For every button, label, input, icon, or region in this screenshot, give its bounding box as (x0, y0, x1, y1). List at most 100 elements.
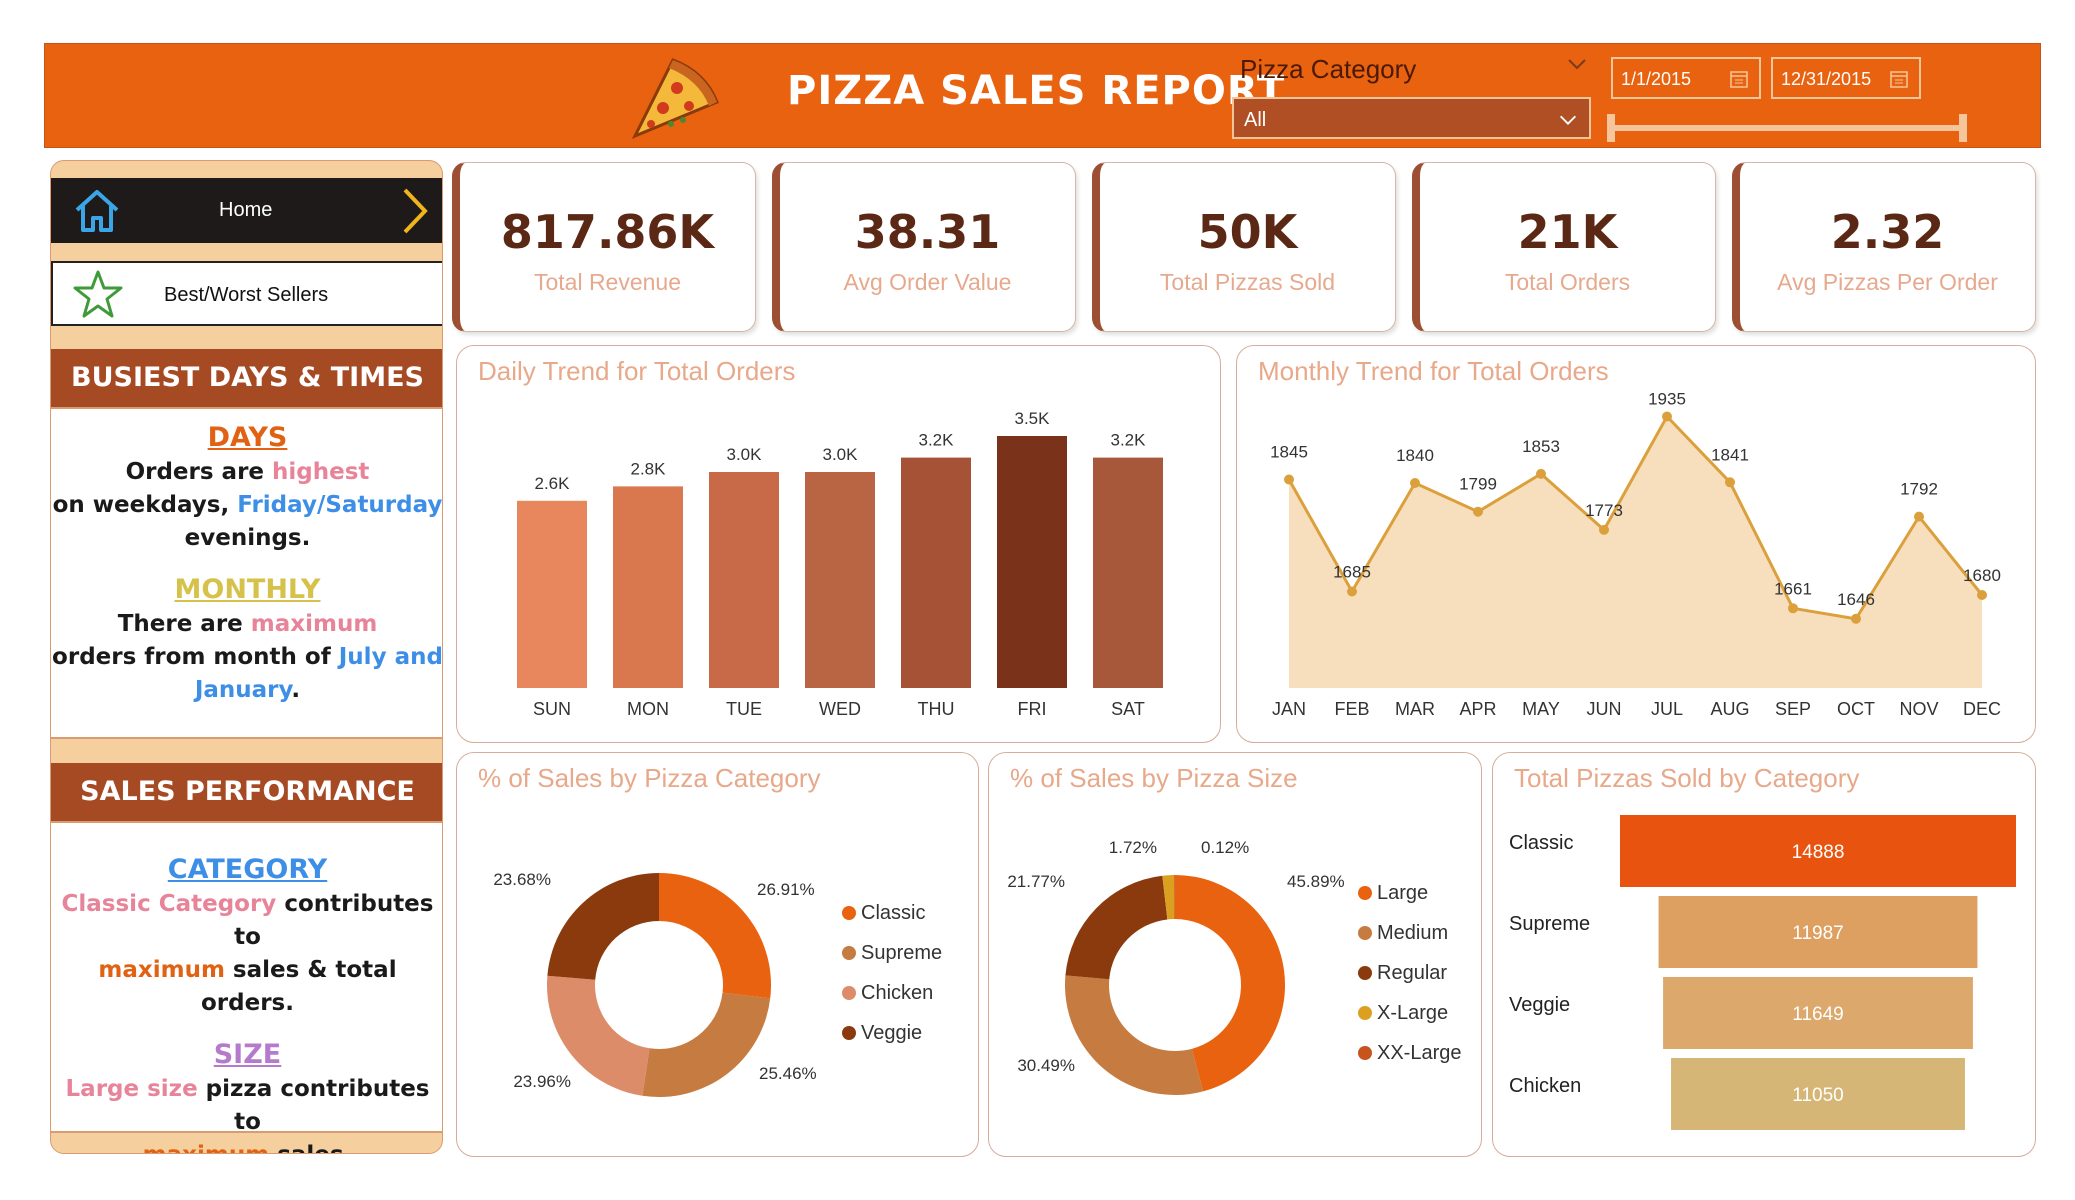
slice (1065, 875, 1168, 980)
category-label: Chicken (1509, 1075, 1581, 1097)
kpi-total-revenue: 817.86K Total Revenue (452, 162, 756, 332)
x-tick-label: FRI (1018, 699, 1047, 719)
x-tick-label: DEC (1963, 699, 2001, 719)
sidebar: Home Best/Worst Sellers BUSIEST DAYS & T… (50, 160, 443, 1154)
slice (659, 873, 771, 999)
legend-label: Chicken (861, 982, 933, 1004)
data-label: 3.2K (1111, 431, 1147, 450)
data-label: 3.0K (727, 445, 763, 464)
data-label: 1646 (1837, 590, 1875, 609)
category-filter-label: Pizza Category (1240, 54, 1417, 84)
data-point (1851, 613, 1861, 624)
nav-best-worst-label: Best/Worst Sellers (164, 284, 329, 306)
pizza-slice-icon (631, 58, 719, 139)
size-donut-chart: 45.89% 30.49% 21.77% 1.72% 0.12% Large Medium R… (1007, 838, 1462, 1095)
busiest-days-heading: BUSIEST DAYS & TIMES (51, 349, 442, 407)
kpi-avg-order-value: 38.31 Avg Order Value (772, 162, 1076, 332)
legend-marker (1358, 1006, 1372, 1020)
kpi-avg-pizzas-per-order: 2.32 Avg Pizzas Per Order (1732, 162, 2036, 332)
data-point (1347, 586, 1357, 597)
pizzas-by-category-chart: 14888 Classic 11987 Supreme 11649 Veggie 11050… (1509, 815, 2016, 1130)
end-date-input[interactable]: 12/31/2015 (1771, 57, 1921, 99)
sales-performance-body: CATEGORY Classic Category contributes to… (51, 821, 442, 1153)
x-tick-label: MAR (1395, 699, 1435, 719)
data-point (1599, 524, 1609, 535)
x-tick-label: SEP (1775, 699, 1811, 719)
data-label: 11987 (1792, 923, 1843, 944)
date-range-slider[interactable] (1611, 125, 1963, 131)
data-point (1473, 506, 1483, 517)
slider-end-handle[interactable] (1959, 114, 1967, 142)
data-label: 1799 (1459, 475, 1497, 494)
monthly-trend-panel: Monthly Trend for Total Orders 1845 JAN 16… (1236, 345, 2036, 743)
chevron-down-icon[interactable] (1565, 52, 1589, 76)
bar (613, 486, 683, 688)
size-text: Large size pizza contributes to maximum … (65, 1076, 430, 1153)
category-donut-panel: % of Sales by Pizza Category 26.91% 25.46… (456, 752, 979, 1157)
monthly-trend-chart: 1845 JAN 1685 FEB 1840 MAR 1799 APR 1853 MAY 1773 J… (1270, 390, 2001, 720)
x-tick-label: JUN (1587, 699, 1622, 719)
slice-label: 23.68% (493, 870, 551, 889)
data-label: 3.5K (1015, 409, 1051, 428)
legend-label: XX-Large (1377, 1042, 1462, 1064)
x-tick-label: NOV (1899, 699, 1938, 719)
legend-label: Supreme (861, 942, 942, 964)
chevron-down-icon (1560, 115, 1576, 125)
data-point (1725, 477, 1735, 488)
legend-marker (1358, 966, 1372, 980)
data-label: 1773 (1585, 501, 1623, 520)
slice-label: 23.96% (513, 1072, 571, 1091)
bar (709, 472, 779, 688)
kpi-value: 50K (1197, 205, 1298, 259)
nav-home-button[interactable]: Home (51, 178, 442, 243)
kpi-value: 21K (1517, 205, 1618, 259)
home-icon (75, 190, 119, 232)
size-donut-panel: % of Sales by Pizza Size 45.89% 30.49% 21.… (988, 752, 1482, 1157)
category-label: Classic (1509, 832, 1573, 854)
kpi-value: 38.31 (854, 205, 1001, 259)
data-label: 1840 (1396, 446, 1434, 465)
data-label: 1661 (1774, 579, 1812, 598)
legend-marker (842, 1026, 856, 1040)
legend-label: Medium (1377, 922, 1448, 944)
x-tick-label: APR (1459, 699, 1496, 719)
slice-label: 0.12% (1201, 838, 1249, 857)
x-tick-label: SUN (533, 699, 571, 719)
category-filter-value: All (1244, 109, 1267, 131)
category-label: Veggie (1509, 994, 1570, 1016)
nav-home-label: Home (219, 199, 273, 221)
x-tick-label: AUG (1710, 699, 1749, 719)
category-subheading: CATEGORY (167, 854, 328, 885)
slice-label: 21.77% (1007, 872, 1065, 891)
data-point (1284, 474, 1294, 485)
kpi-label: Avg Pizzas Per Order (1777, 269, 1998, 295)
bar (517, 500, 587, 688)
slice (1065, 975, 1204, 1095)
area-fill (1289, 416, 1982, 688)
legend-marker (842, 946, 856, 960)
chevron-right-icon (403, 188, 428, 234)
nav-best-worst-button[interactable]: Best/Worst Sellers (51, 261, 442, 326)
pizzas-by-category-panel: Total Pizzas Sold by Category 14888 Class… (1492, 752, 2036, 1157)
daily-trend-panel: Daily Trend for Total Orders 2.6K SUN 2.8K… (456, 345, 1221, 743)
kpi-label: Total Pizzas Sold (1159, 269, 1336, 295)
data-point (1662, 411, 1672, 422)
kpi-total-pizzas-sold: 50K Total Pizzas Sold (1092, 162, 1396, 332)
data-point (1410, 478, 1420, 488)
legend-label: Classic (861, 902, 925, 924)
data-point (1914, 511, 1924, 522)
calendar-icon[interactable] (1889, 69, 1909, 89)
slider-start-handle[interactable] (1607, 114, 1615, 142)
star-icon (73, 270, 123, 318)
calendar-icon[interactable] (1729, 69, 1749, 89)
bar (997, 436, 1067, 688)
kpi-value: 2.32 (1830, 205, 1945, 259)
data-label: 11649 (1792, 1004, 1843, 1025)
data-label: 2.8K (631, 459, 667, 478)
category-filter-select[interactable]: All (1232, 97, 1591, 139)
category-text: Classic Category contributes to maximum … (61, 891, 434, 1016)
start-date-input[interactable]: 1/1/2015 (1611, 57, 1761, 99)
data-label: 1853 (1522, 437, 1560, 456)
kpi-total-orders: 21K Total Orders (1412, 162, 1716, 332)
category-label: Supreme (1509, 913, 1590, 935)
